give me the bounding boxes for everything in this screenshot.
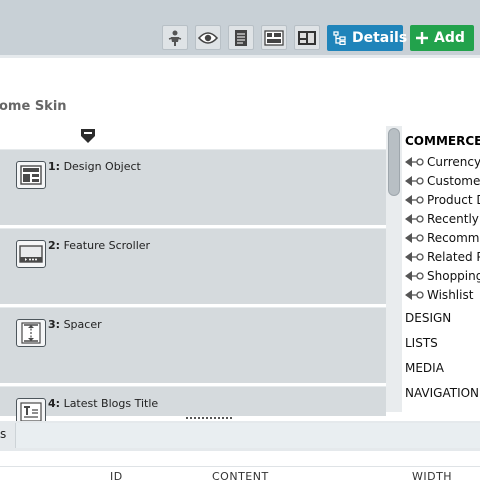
connector-icon — [405, 176, 424, 186]
library-item[interactable]: Recently — [404, 210, 479, 228]
filter-label: s — [0, 427, 7, 441]
details-button[interactable]: Details — [327, 25, 407, 51]
library-item[interactable]: Currency — [404, 153, 480, 171]
connector-icon — [405, 233, 424, 243]
add-button[interactable]: Add — [410, 25, 474, 51]
filter-input[interactable] — [15, 423, 480, 448]
spacer-icon — [16, 319, 46, 347]
screen-layout-icon[interactable] — [294, 25, 320, 50]
category-lists[interactable]: LISTS — [405, 336, 438, 350]
toolbar-divider — [0, 55, 480, 58]
category-heading-commerce[interactable]: COMMERCE — [405, 134, 480, 148]
details-button-label: Details — [352, 30, 408, 46]
connector-icon — [405, 214, 424, 224]
layout-grid-icon[interactable] — [261, 25, 287, 50]
column-header-id[interactable]: ID — [110, 470, 123, 480]
library-item[interactable]: Related P — [404, 248, 480, 266]
connector-icon — [405, 271, 424, 281]
design-object-item[interactable]: 3: Spacer — [0, 307, 386, 383]
user-view-icon[interactable] — [162, 25, 188, 50]
skin-title: ome Skin — [0, 99, 67, 114]
library-item[interactable]: Wishlist — [404, 286, 473, 304]
column-header-content[interactable]: CONTENT — [212, 470, 269, 480]
object-label: 3: Spacer — [48, 318, 102, 331]
document-list-icon[interactable] — [228, 25, 254, 50]
object-label: 4: Latest Blogs Title — [48, 397, 159, 410]
connector-icon — [405, 252, 424, 262]
drop-marker-icon[interactable] — [80, 128, 96, 148]
resize-grip-icon[interactable] — [186, 411, 234, 424]
category-design[interactable]: DESIGN — [405, 311, 451, 325]
panel-scrollbar-thumb[interactable] — [388, 128, 400, 196]
object-label: 2: Feature Scroller — [48, 239, 151, 252]
plus-icon — [416, 32, 428, 44]
add-button-label: Add — [434, 30, 465, 46]
design-object-item[interactable]: 2: Feature Scroller — [0, 228, 386, 304]
library-item[interactable]: Product D — [404, 191, 480, 209]
library-item[interactable]: Customer — [404, 172, 480, 190]
feature-scroller-icon — [16, 240, 46, 268]
category-media[interactable]: MEDIA — [405, 361, 444, 375]
tree-icon — [333, 31, 346, 45]
object-label: 1: Design Object — [48, 160, 141, 173]
eye-icon[interactable] — [195, 25, 221, 50]
design-object-icon — [16, 161, 46, 189]
connector-icon — [405, 195, 424, 205]
column-header-width[interactable]: WIDTH — [412, 470, 452, 480]
design-object-item[interactable]: 1: Design Object — [0, 149, 386, 225]
connector-icon — [405, 290, 424, 300]
category-navigation[interactable]: NAVIGATION — [405, 386, 479, 400]
library-item[interactable]: Shopping — [404, 267, 480, 285]
object-library-panel: COMMERCE Currency Customer Product D Rec… — [402, 126, 480, 412]
connector-icon — [405, 157, 424, 167]
library-item[interactable]: Recomme — [404, 229, 480, 247]
layout-editor: Details Add ome Skin 1: Design Object 2:… — [0, 0, 480, 480]
